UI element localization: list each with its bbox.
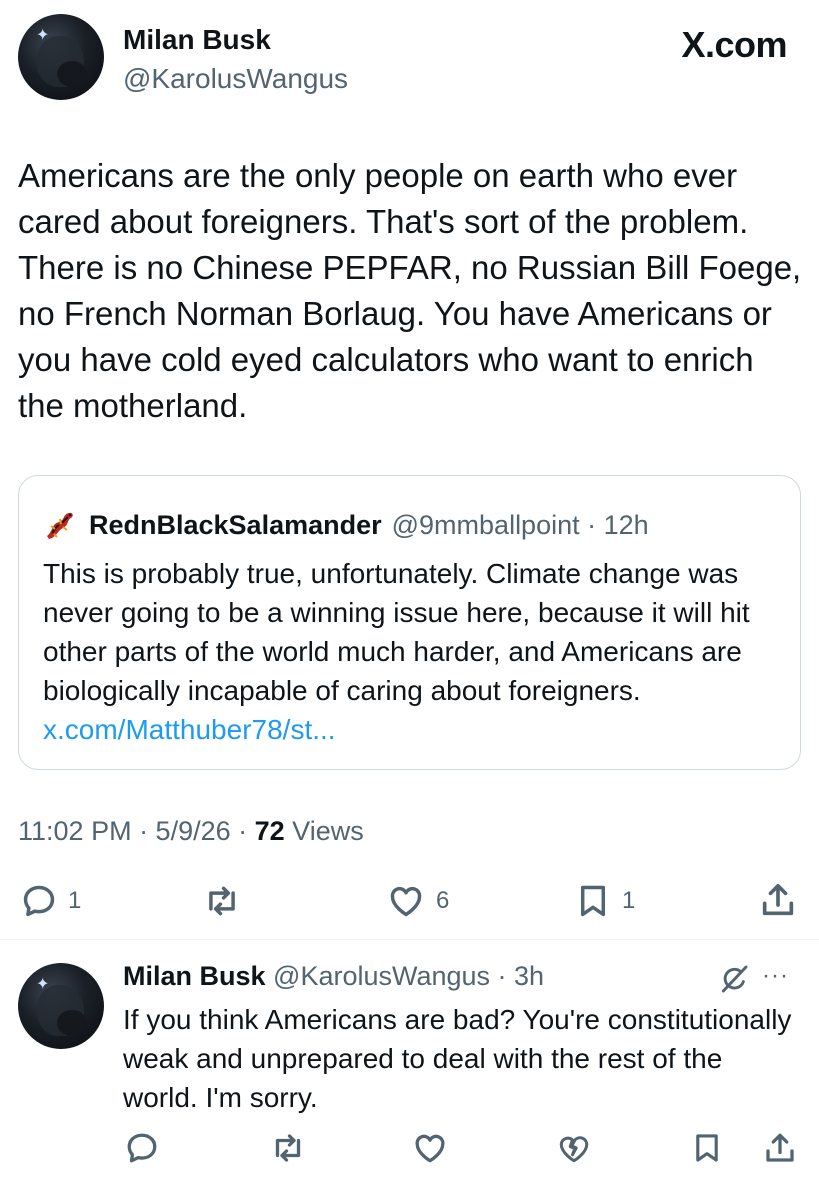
quoted-text-body: This is probably true, unfortunately. Cl…	[43, 558, 750, 706]
reply-retweet-button[interactable]	[270, 1130, 306, 1166]
x-com-logo: X.com	[681, 24, 787, 66]
views-label: Views	[284, 816, 364, 846]
bookmark-button[interactable]: 1	[574, 882, 635, 920]
like-button[interactable]: 6	[386, 882, 449, 920]
tweet-meta: 11:02 PM · 5/9/26 · 72 Views	[18, 816, 364, 847]
x-com-suffix: .com	[704, 24, 788, 65]
quoted-tweet-link[interactable]: x.com/Matthuber78/st...	[43, 714, 336, 745]
reply-author-meta[interactable]: @KarolusWangus · 3h	[266, 961, 544, 991]
grok-icon[interactable]	[718, 963, 750, 995]
reply-button[interactable]: 1	[20, 882, 81, 920]
share-icon	[766, 1133, 794, 1162]
reply-count: 1	[68, 887, 82, 914]
views-count: 72	[254, 816, 285, 846]
salamander-avatar-icon	[47, 512, 73, 539]
share-icon	[762, 884, 794, 916]
x-logo-icon: X	[681, 24, 705, 65]
share-button[interactable]	[758, 880, 798, 920]
tweet-action-bar: 1 6 1	[0, 880, 819, 924]
reply-header: Milan Busk @KarolusWangus · 3h	[123, 961, 544, 992]
quoted-tweet-text: This is probably true, unfortunately. Cl…	[43, 554, 783, 749]
speech-bubble-icon	[127, 1133, 157, 1163]
like-count: 6	[436, 887, 450, 914]
reply-author-name[interactable]: Milan Busk	[123, 961, 266, 991]
reply-bookmark-button[interactable]	[690, 1130, 724, 1166]
author-name[interactable]: Milan Busk	[123, 24, 271, 56]
heart-icon	[415, 1134, 445, 1163]
bookmark-icon	[696, 1134, 718, 1162]
quoted-tweet-card[interactable]: RednBlackSalamander @9mmballpoint · 12h …	[18, 475, 801, 770]
reply-like-button[interactable]	[412, 1130, 448, 1166]
bookmark-count: 1	[622, 887, 636, 914]
divider	[0, 939, 819, 940]
reply-action-bar	[0, 1130, 819, 1170]
bookmark-icon	[580, 885, 606, 917]
broken-heart-icon	[559, 1136, 589, 1163]
retweet-icon	[275, 1134, 301, 1162]
author-handle[interactable]: @KarolusWangus	[123, 63, 348, 95]
reply-reply-button[interactable]	[124, 1130, 160, 1166]
quoted-author-name: RednBlackSalamander	[89, 509, 382, 540]
reply-share-button[interactable]	[762, 1130, 798, 1166]
retweet-button[interactable]	[202, 882, 242, 920]
quoted-author-meta: @9mmballpoint · 12h	[391, 509, 649, 540]
heart-icon	[390, 886, 422, 917]
author-avatar[interactable]: ✦	[18, 14, 104, 100]
more-options-icon[interactable]: ···	[762, 962, 789, 990]
reply-text: If you think Americans are bad? You're c…	[123, 1004, 792, 1113]
retweet-icon	[209, 886, 235, 916]
reply-author-avatar[interactable]: ✦	[18, 963, 104, 1049]
speech-bubble-icon	[23, 885, 55, 917]
reply-dislike-button[interactable]	[556, 1130, 592, 1166]
tweet-timestamp[interactable]: 11:02 PM · 5/9/26 ·	[18, 816, 255, 846]
tweet-text: Americans are the only people on earth w…	[18, 157, 802, 424]
